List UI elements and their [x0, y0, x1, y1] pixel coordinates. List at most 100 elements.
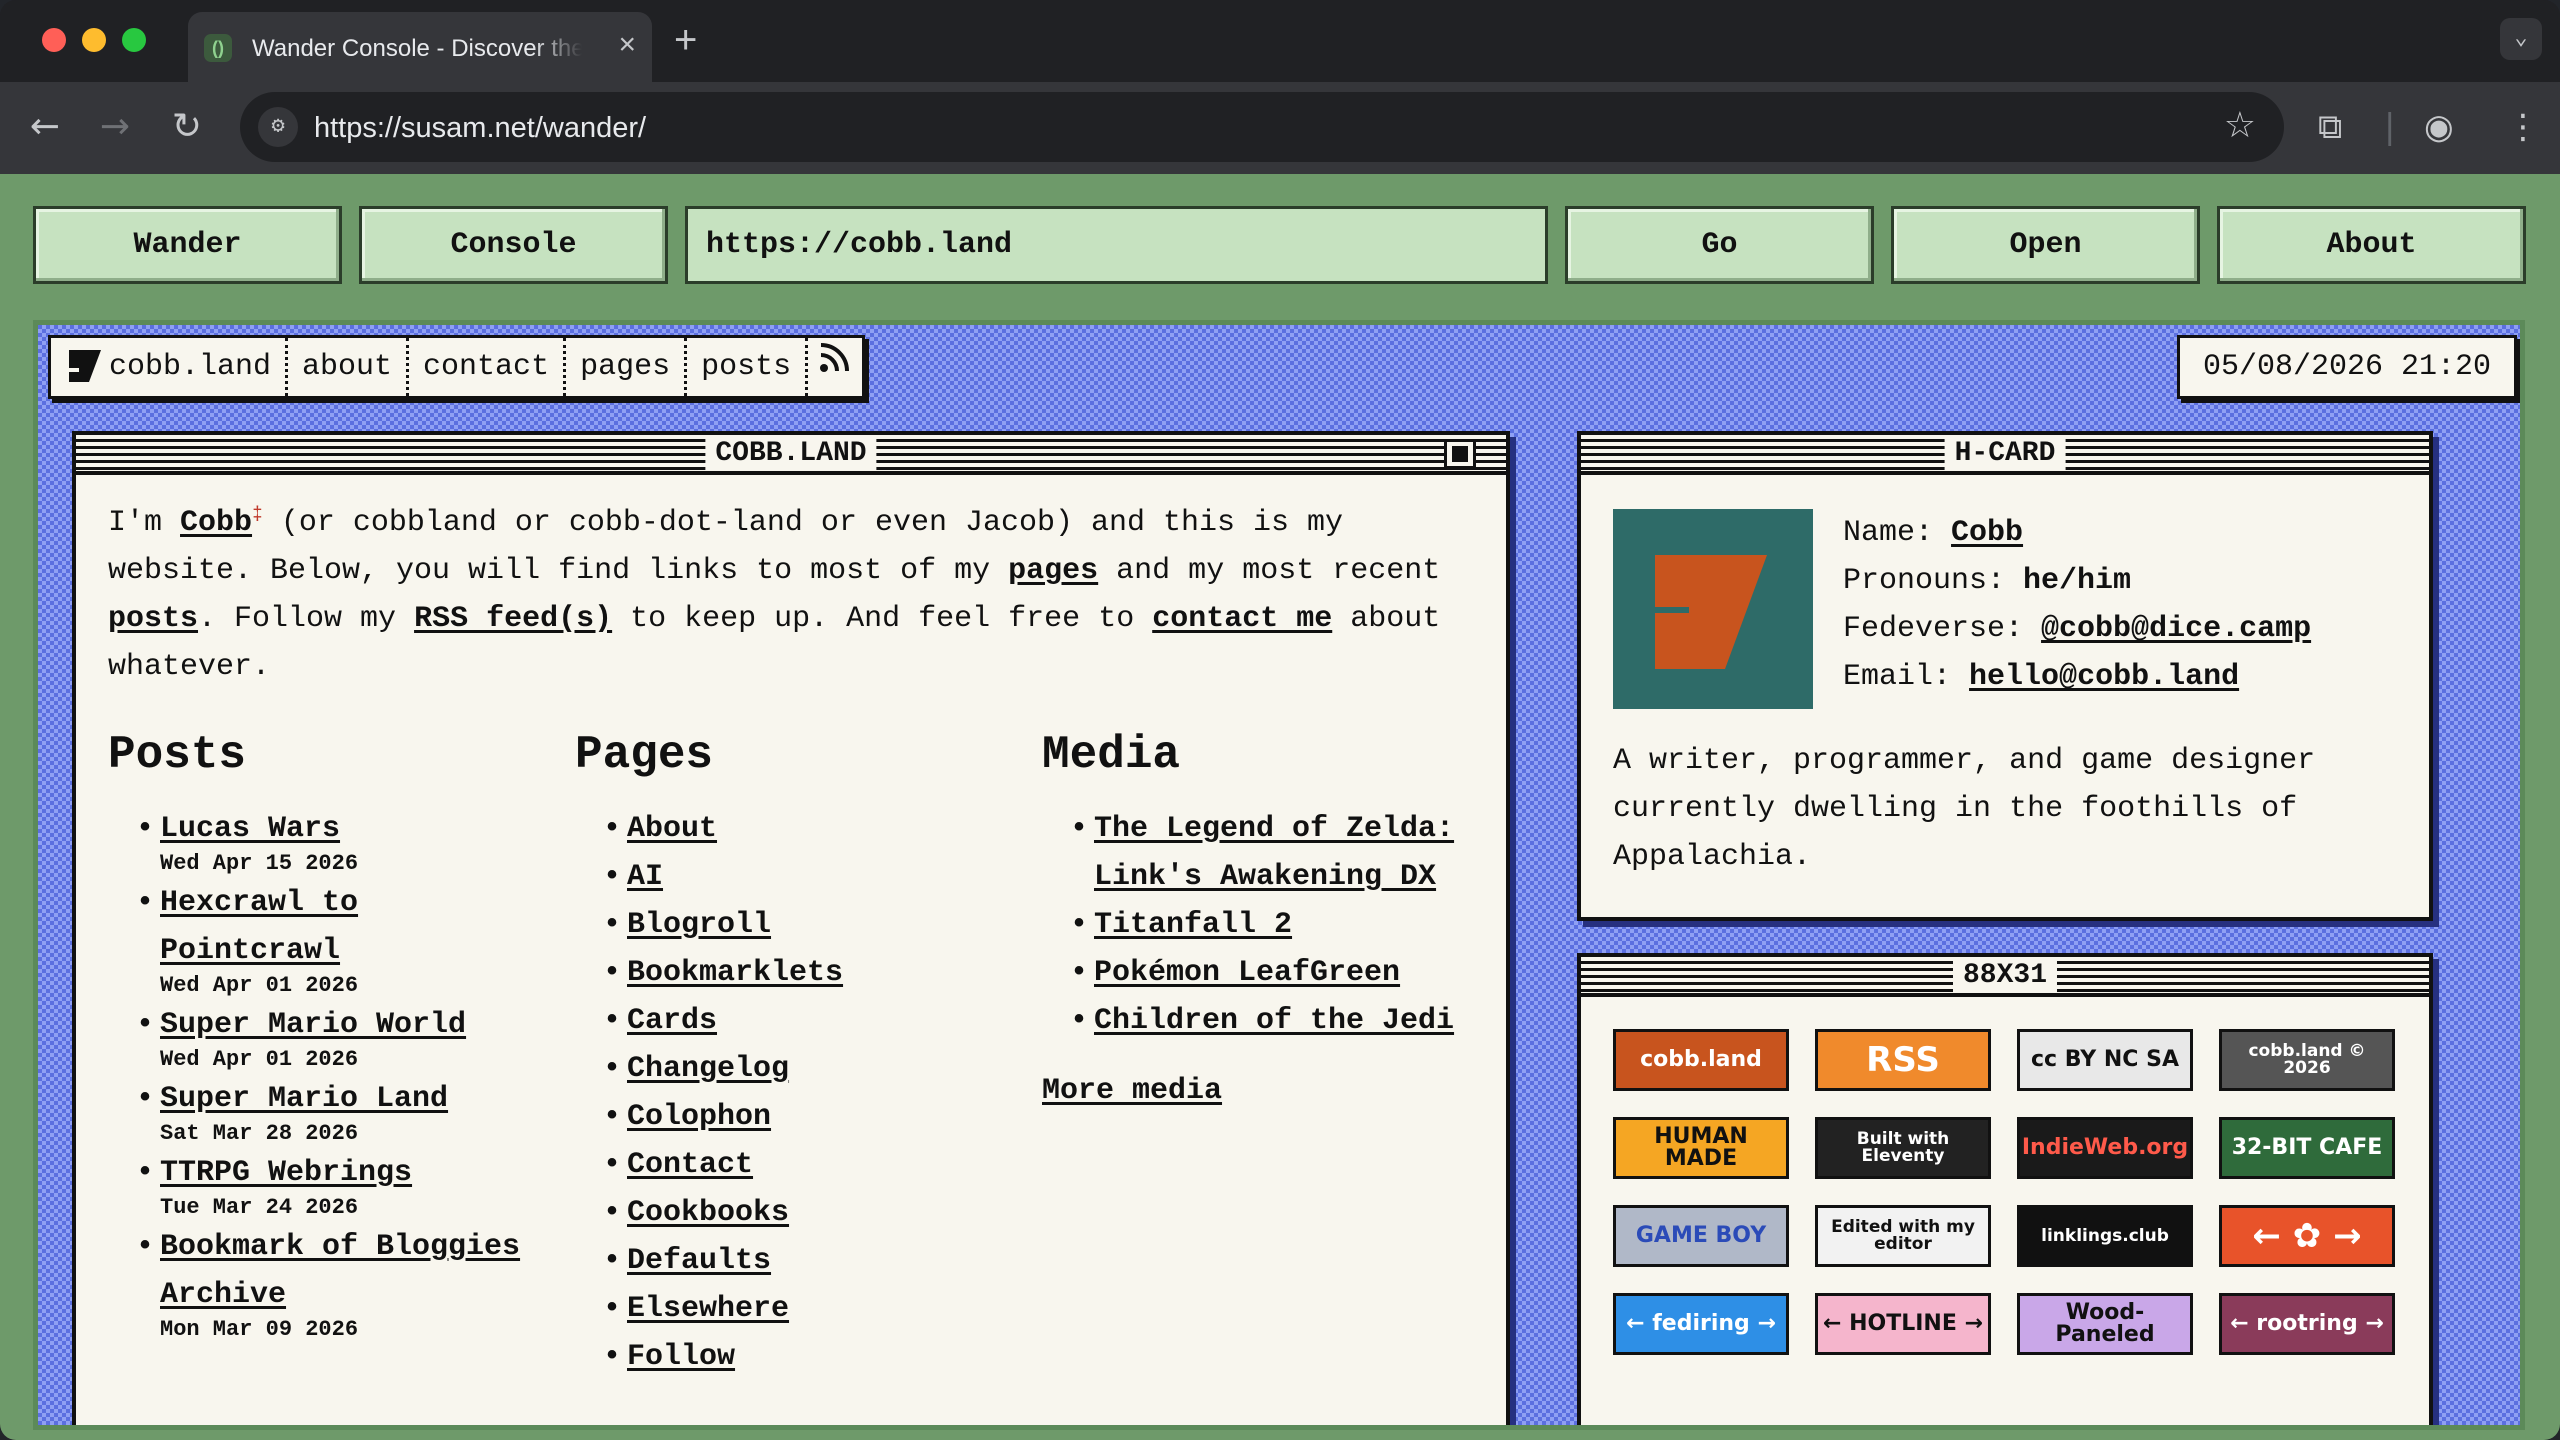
badge-88x31[interactable]: 32-BIT CAFE — [2219, 1117, 2395, 1179]
reload-icon[interactable]: ↻ — [162, 102, 212, 152]
hcard-fields: Name: Cobb Pronouns: he/him Fedeverse: @… — [1843, 509, 2311, 701]
wander-url-input[interactable]: https://cobb.land — [685, 206, 1548, 284]
nav-home-link[interactable]: cobb.land — [51, 338, 289, 396]
post-list-item: Super Mario World Wed Apr 01 2026 — [136, 1001, 528, 1071]
media-list-item: Titanfall 2 — [1070, 901, 1482, 949]
badge-88x31[interactable]: linklings.club — [2017, 1205, 2193, 1267]
contact-me-link[interactable]: contact me — [1152, 602, 1332, 636]
badge-88x31[interactable]: ← ✿ → — [2219, 1205, 2395, 1267]
footnote-marker[interactable]: ‡ — [252, 505, 263, 525]
page-list-item: Cookbooks — [603, 1189, 995, 1237]
bookmark-star-icon[interactable]: ☆ — [2224, 106, 2256, 146]
forward-arrow-icon[interactable]: → — [90, 102, 140, 152]
post-link[interactable]: TTRPG Webrings — [160, 1156, 412, 1190]
intro-text: . Follow my — [198, 602, 415, 636]
page-link[interactable]: Blogroll — [627, 908, 771, 942]
open-button[interactable]: Open — [1891, 206, 2200, 284]
browser-toolbar: ← → ↻ ⚙ https://susam.net/wander/ ☆ ⧉ | … — [0, 82, 2560, 174]
nav-about-link[interactable]: about — [288, 338, 410, 396]
page-link[interactable]: Follow — [627, 1340, 735, 1374]
address-url[interactable]: https://susam.net/wander/ — [314, 112, 646, 145]
pronouns-value: he/him — [2023, 564, 2132, 598]
badge-88x31[interactable]: cc BY NC SA — [2017, 1029, 2193, 1091]
extensions-icon[interactable]: ⧉ — [2318, 102, 2342, 152]
page-link[interactable]: Elsewhere — [627, 1292, 789, 1326]
post-date: Wed Apr 15 2026 — [160, 851, 359, 876]
post-link[interactable]: Lucas Wars — [160, 812, 340, 846]
rss-feeds-link[interactable]: RSS feed(s) — [414, 602, 612, 636]
page-link[interactable]: About — [627, 812, 717, 846]
cobb-link[interactable]: Cobb — [180, 506, 252, 540]
hcard-bio: A writer, programmer, and game designer … — [1613, 744, 2316, 874]
close-tab-icon[interactable]: × — [618, 30, 636, 60]
post-link[interactable]: Super Mario Land — [160, 1082, 448, 1116]
intro-text: to keep up. And feel free to — [612, 602, 1153, 636]
badge-88x31[interactable]: cobb.land — [1613, 1029, 1789, 1091]
badge-88x31[interactable]: ← fediring → — [1613, 1293, 1789, 1355]
maximize-window-icon[interactable] — [1444, 439, 1476, 469]
pages-link[interactable]: pages — [1008, 554, 1098, 588]
media-link[interactable]: The Legend of Zelda: Link's Awakening DX — [1094, 812, 1454, 894]
page-list-item: Contact — [603, 1141, 995, 1189]
active-tab[interactable]: () Wander Console - Discover the × — [188, 12, 652, 82]
badge-88x31[interactable]: Wood-Paneled — [2017, 1293, 2193, 1355]
profile-icon[interactable]: ◉ — [2424, 102, 2454, 152]
site-settings-icon[interactable]: ⚙ — [258, 107, 298, 147]
console-button[interactable]: Console — [359, 206, 668, 284]
page-link[interactable]: AI — [627, 860, 663, 894]
badge-88x31[interactable]: RSS — [1815, 1029, 1991, 1091]
page-link[interactable]: Defaults — [627, 1244, 771, 1278]
posts-link[interactable]: posts — [108, 602, 198, 636]
badge-88x31[interactable]: GAME BOY — [1613, 1205, 1789, 1267]
minimize-window-button[interactable] — [82, 28, 106, 52]
page-link[interactable]: Changelog — [627, 1052, 789, 1086]
pages-list: About AI Blogroll Bookmarklets Cards Changelo… — [575, 805, 995, 1381]
name-link[interactable]: Cobb — [1951, 516, 2023, 550]
post-link[interactable]: Hexcrawl to Pointcrawl — [160, 886, 358, 968]
badge-88x31[interactable]: HUMAN MADE — [1613, 1117, 1789, 1179]
hcard-title: H-CARD — [1944, 437, 2066, 471]
nav-home-label: cobb.land — [109, 350, 272, 384]
nav-posts-link[interactable]: posts — [687, 338, 809, 396]
rss-feed-icon[interactable] — [808, 338, 862, 396]
badge-88x31[interactable]: Edited with my editor — [1815, 1205, 1991, 1267]
page-link[interactable]: Cookbooks — [627, 1196, 789, 1230]
media-link[interactable]: Titanfall 2 — [1094, 908, 1292, 942]
main-window: COBB.LAND I'm Cobb‡ (or cobbland or cobb… — [72, 431, 1510, 1425]
tab-search-chevron-icon[interactable]: ⌄ — [2500, 18, 2542, 60]
media-list-item: The Legend of Zelda: Link's Awakening DX — [1070, 805, 1482, 901]
toolbar-divider: | — [2384, 107, 2396, 147]
rss-icon — [820, 343, 850, 372]
page-list-item: Bookmarklets — [603, 949, 995, 997]
address-bar[interactable]: ⚙ https://susam.net/wander/ ☆ — [240, 92, 2284, 162]
badges-title: 88X31 — [1952, 959, 2058, 993]
post-link[interactable]: Bookmark of Bloggies Archive — [160, 1230, 520, 1312]
wander-button[interactable]: Wander — [33, 206, 342, 284]
new-tab-icon[interactable]: + — [674, 20, 697, 60]
email-link[interactable]: hello@cobb.land — [1969, 660, 2239, 694]
media-link[interactable]: Children of the Jedi — [1094, 1004, 1454, 1038]
badge-88x31[interactable]: ← rootring → — [2219, 1293, 2395, 1355]
nav-pages-link[interactable]: pages — [566, 338, 688, 396]
menu-kebab-icon[interactable]: ⋮ — [2506, 102, 2540, 152]
badge-88x31[interactable]: ← HOTLINE → — [1815, 1293, 1991, 1355]
page-link[interactable]: Colophon — [627, 1100, 771, 1134]
badge-88x31[interactable]: cobb.land © 2026 — [2219, 1029, 2395, 1091]
fediverse-link[interactable]: @cobb@dice.camp — [2041, 612, 2311, 646]
favicon-icon: () — [204, 34, 232, 62]
page-link[interactable]: Cards — [627, 1004, 717, 1038]
badge-88x31[interactable]: IndieWeb.org — [2017, 1117, 2193, 1179]
badges-titlebar: 88X31 — [1581, 957, 2429, 997]
page-link[interactable]: Contact — [627, 1148, 753, 1182]
more-media-link[interactable]: More media — [1042, 1074, 1222, 1108]
badge-88x31[interactable]: Built with Eleventy — [1815, 1117, 1991, 1179]
maximize-window-button[interactable] — [122, 28, 146, 52]
go-button[interactable]: Go — [1565, 206, 1874, 284]
nav-contact-link[interactable]: contact — [409, 338, 567, 396]
back-arrow-icon[interactable]: ← — [20, 102, 70, 152]
about-button[interactable]: About — [2217, 206, 2526, 284]
post-link[interactable]: Super Mario World — [160, 1008, 466, 1042]
page-link[interactable]: Bookmarklets — [627, 956, 843, 990]
media-link[interactable]: Pokémon LeafGreen — [1094, 956, 1400, 990]
close-window-button[interactable] — [42, 28, 66, 52]
